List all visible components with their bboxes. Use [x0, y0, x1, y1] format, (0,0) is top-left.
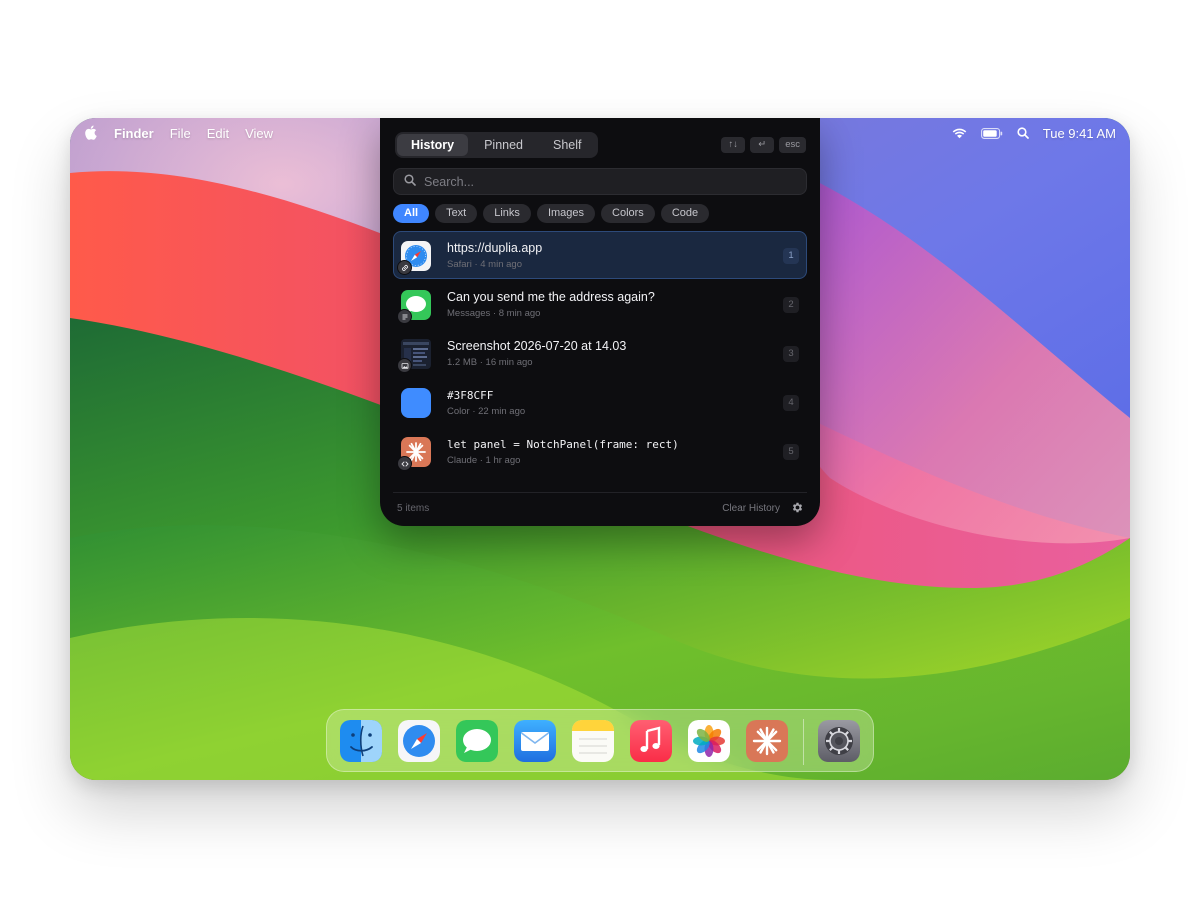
item-title: #3F8CFF — [447, 389, 494, 402]
apple-logo-icon[interactable] — [84, 125, 98, 141]
panel-tabs: History Pinned Shelf — [395, 132, 598, 158]
item-title: https://duplia.app — [447, 241, 543, 255]
wifi-icon[interactable] — [952, 128, 967, 139]
settings-gear-icon[interactable] — [791, 501, 804, 514]
clear-history-button[interactable]: Clear History — [722, 503, 780, 514]
filter-colors[interactable]: Colors — [601, 204, 655, 223]
item-index: 4 — [783, 395, 799, 411]
filter-chips: All Text Links Images Colors Code — [393, 204, 710, 223]
battery-icon[interactable] — [980, 127, 1003, 139]
screenshot-thumbnail — [397, 339, 431, 373]
filter-links[interactable]: Links — [483, 204, 531, 223]
text-badge-icon — [397, 309, 412, 324]
safari-icon — [397, 241, 431, 275]
spotlight-search-icon[interactable] — [1017, 127, 1029, 139]
image-badge-icon — [397, 358, 412, 373]
filter-code[interactable]: Code — [660, 204, 710, 223]
filter-all[interactable]: All — [393, 204, 430, 223]
menu-edit[interactable]: Edit — [207, 126, 229, 141]
item-meta: Messages · 8 min ago — [447, 308, 541, 319]
item-title: Can you send me the address again? — [447, 290, 655, 304]
item-meta: Safari · 4 min ago — [447, 259, 522, 270]
code-badge-icon — [397, 456, 412, 471]
menu-file[interactable]: File — [170, 126, 191, 141]
photos-icon[interactable] — [688, 720, 730, 762]
item-title: Screenshot 2026-07-20 at 14.03 — [447, 339, 627, 353]
item-title: let panel = NotchPanel(frame: rect) — [447, 438, 679, 451]
item-meta: Claude · 1 hr ago — [447, 455, 521, 466]
menu-app-name[interactable]: Finder — [114, 126, 154, 141]
dock — [326, 709, 874, 772]
safari-icon[interactable] — [398, 720, 440, 762]
claude-icon[interactable] — [746, 720, 788, 762]
search-icon — [404, 173, 416, 191]
messages-icon — [397, 290, 431, 324]
search-input[interactable] — [424, 174, 784, 189]
messages-icon[interactable] — [456, 720, 498, 762]
claude-icon — [397, 437, 431, 471]
shortcut-return: ↵ — [750, 137, 775, 153]
color-swatch — [401, 388, 431, 418]
shortcut-hints: ↑↓ ↵ esc — [721, 137, 806, 153]
footer-divider — [393, 492, 807, 493]
history-item[interactable]: #3F8CFF Color · 22 min ago 4 — [393, 378, 807, 426]
history-item[interactable]: Can you send me the address again? Messa… — [393, 280, 807, 328]
item-index: 2 — [783, 297, 799, 313]
music-icon[interactable] — [630, 720, 672, 762]
finder-icon[interactable] — [340, 720, 382, 762]
item-count: 5 items — [397, 503, 430, 514]
clipboard-panel: History Pinned Shelf ↑↓ ↵ esc All Text L… — [380, 118, 820, 526]
dock-divider — [803, 719, 804, 765]
shortcut-escape: esc — [779, 137, 806, 153]
system-settings-icon[interactable] — [818, 720, 860, 762]
history-item[interactable]: Screenshot 2026-07-20 at 14.03 1.2 MB · … — [393, 329, 807, 377]
filter-images[interactable]: Images — [536, 204, 596, 223]
history-item[interactable]: let panel = NotchPanel(frame: rect) Clau… — [393, 427, 807, 475]
item-meta: Color · 22 min ago — [447, 406, 526, 417]
desktop-screen: Finder File Edit View Tue 9:41 AM Histor… — [70, 118, 1130, 780]
mail-icon[interactable] — [514, 720, 556, 762]
notes-icon[interactable] — [572, 720, 614, 762]
item-index: 5 — [783, 444, 799, 460]
tab-shelf[interactable]: Shelf — [539, 134, 596, 156]
item-meta: 1.2 MB · 16 min ago — [447, 357, 533, 368]
menu-clock[interactable]: Tue 9:41 AM — [1043, 126, 1116, 141]
shortcut-navigate: ↑↓ — [721, 137, 746, 153]
menu-view[interactable]: View — [245, 126, 273, 141]
history-list: https://duplia.app Safari · 4 min ago 1 … — [393, 231, 807, 476]
tab-history[interactable]: History — [397, 134, 469, 156]
tab-pinned[interactable]: Pinned — [470, 134, 537, 156]
item-index: 3 — [783, 346, 799, 362]
item-index: 1 — [783, 248, 799, 264]
filter-text[interactable]: Text — [435, 204, 478, 223]
link-badge-icon — [397, 260, 412, 275]
history-item[interactable]: https://duplia.app Safari · 4 min ago 1 — [393, 231, 807, 279]
search-bar[interactable] — [393, 168, 807, 195]
